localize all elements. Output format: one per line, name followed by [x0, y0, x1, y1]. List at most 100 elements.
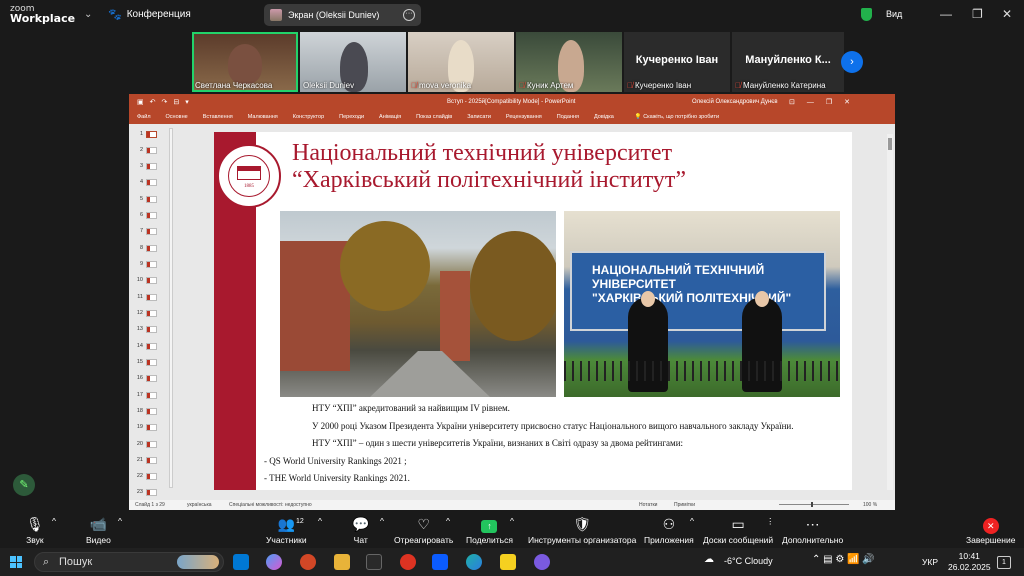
tab-file[interactable]: Файл — [137, 114, 151, 120]
mic-muted-icon: 🎙̸ — [627, 81, 633, 90]
date: 26.02.2025 — [948, 562, 991, 572]
shield-icon[interactable] — [861, 8, 872, 21]
slide-title: Національний технічний університет “Харк… — [292, 140, 686, 194]
participant-tile[interactable]: Oleksii Duniev — [300, 32, 406, 92]
meeting-info-button[interactable]: 🐾 Конференция — [108, 8, 191, 21]
notes-button[interactable]: Нотатки — [639, 502, 657, 508]
zoom-logo: zoom Workplace — [10, 4, 75, 24]
thumbnail-scrollbar[interactable] — [169, 128, 173, 488]
more-options-icon[interactable]: ··· — [403, 9, 415, 21]
input-language[interactable]: УКР — [922, 557, 938, 567]
zoom-slider[interactable] — [779, 502, 849, 507]
windows-taskbar: ⌕ Пошук ☁ -6°C Cloudy ⌃ ▤ ⚙ 📶 🔊 УКР 10:4… — [0, 548, 1024, 576]
tab-transitions[interactable]: Переходи — [339, 114, 364, 120]
restore-icon[interactable]: ❐ — [972, 7, 983, 21]
more-button[interactable]: ⋯ Дополнительно — [782, 516, 843, 545]
tab-help[interactable]: Довідка — [594, 114, 614, 120]
tab-insert[interactable]: Вставлення — [203, 114, 233, 120]
tab-home[interactable]: Основне — [166, 114, 188, 120]
whiteboards-options-chevron[interactable]: ⋮ — [766, 516, 775, 527]
weather-text[interactable]: -6°C Cloudy — [724, 556, 773, 566]
screen-share-indicator[interactable]: Экран (Oleksii Duniev) ··· — [264, 4, 421, 26]
participant-name: 🎙̸ Кучеренко Іван — [627, 81, 692, 90]
outlook-icon[interactable] — [233, 554, 249, 570]
tell-me-input[interactable]: 💡 Скажіть, що потрібно зробити — [635, 114, 734, 120]
windows-start-icon[interactable] — [10, 556, 22, 568]
notification-icon[interactable]: 1 — [997, 556, 1011, 569]
participant-tile[interactable]: Светлана Черкасова — [192, 32, 298, 92]
comments-button[interactable]: Примітки — [674, 502, 695, 508]
participant-tile[interactable]: Мануйленко К... 🎙̸ Мануйленко Катерина — [732, 32, 844, 92]
weather-icon[interactable]: ☁ — [704, 554, 714, 565]
chevron-down-icon[interactable]: ⌄ — [84, 9, 92, 20]
slide-thumbnails: 1 2 3 4 5 6 7 8 9 10 11 12 13 14 15 16 1… — [129, 124, 175, 500]
quick-access-icons[interactable]: ▣↶↷⊟▾ — [137, 98, 195, 106]
tray-icons[interactable]: ⌃ ▤ ⚙ 📶 🔊 — [812, 554, 875, 565]
participant-display-name: Мануйленко К... — [745, 54, 831, 66]
host-tools-button[interactable]: 🛡 Инструменты организатора — [528, 516, 636, 545]
participant-tile[interactable]: 🎙̸ Куник Артем — [516, 32, 622, 92]
apps-button[interactable]: ⚇ Приложения — [644, 516, 694, 545]
end-call-icon: ✕ — [982, 518, 999, 534]
slide-text-line: - QS World University Rankings 2021 ; — [264, 456, 407, 466]
miro-icon[interactable] — [500, 554, 516, 570]
file-explorer-icon[interactable] — [334, 554, 350, 570]
zoom-level[interactable]: 100 % — [863, 502, 877, 508]
share-button[interactable]: ↑ Поделиться — [466, 516, 513, 545]
participant-tile[interactable]: Кучеренко Іван 🎙̸ Кучеренко Іван — [624, 32, 730, 92]
participants-options-chevron[interactable]: ^ — [318, 516, 322, 526]
tab-design[interactable]: Конструктор — [293, 114, 324, 120]
tab-view[interactable]: Подання — [557, 114, 579, 120]
tab-record[interactable]: Записати — [467, 114, 491, 120]
status-accessibility[interactable]: Спеціальні можливості: недоступно — [229, 502, 312, 508]
participant-name: 🎙̸ mova veronika — [411, 81, 472, 90]
apps-options-chevron[interactable]: ^ — [690, 516, 694, 526]
chat-button[interactable]: 💬 Чат — [352, 516, 369, 545]
view-button[interactable]: Вид — [886, 9, 902, 19]
status-language[interactable]: українська — [187, 502, 212, 508]
tab-animations[interactable]: Анімація — [379, 114, 401, 120]
store-icon[interactable] — [366, 554, 382, 570]
close-icon[interactable]: ✕ — [1002, 7, 1012, 21]
next-page-button[interactable]: › — [841, 51, 863, 73]
video-strip: Светлана Черкасова Oleksii Duniev 🎙̸ mova… — [192, 32, 844, 92]
annotate-pen-button[interactable]: ✎ — [13, 474, 35, 496]
viber-icon[interactable] — [534, 554, 550, 570]
tab-slideshow[interactable]: Показ слайдів — [416, 114, 452, 120]
clock[interactable]: 10:41 26.02.2025 — [948, 551, 991, 573]
share-options-chevron[interactable]: ^ — [510, 516, 514, 526]
status-slide: Слайд 1 з 29 — [135, 502, 165, 508]
slide-text-line: НТУ “ХПІ” – один з шести університетів У… — [312, 438, 684, 448]
video-options-chevron[interactable]: ^ — [118, 516, 122, 526]
taskbar-search[interactable]: ⌕ Пошук — [34, 552, 224, 572]
tab-review[interactable]: Рецензування — [506, 114, 542, 120]
zoom-toolbar: 🎙 Звук ^ 📹 Видео ^ 👥 Участники 12 ^ 💬 Ча… — [0, 512, 1024, 548]
participant-tile[interactable]: 🎙̸ mova veronika — [408, 32, 514, 92]
tab-draw[interactable]: Малювання — [248, 114, 278, 120]
microphone-icon: 🎙 — [26, 516, 44, 532]
react-options-chevron[interactable]: ^ — [446, 516, 450, 526]
title-line2: “Харківський політехнічний інститут” — [292, 167, 687, 193]
edge-icon[interactable] — [466, 554, 482, 570]
zoom-app-icon[interactable] — [432, 554, 448, 570]
window-controls[interactable]: ⊡—❐✕ — [789, 98, 862, 106]
audio-button[interactable]: 🎙 Звук — [26, 516, 44, 545]
audio-options-chevron[interactable]: ^ — [52, 516, 56, 526]
logo-line2: Workplace — [10, 12, 76, 25]
end-meeting-button[interactable]: ✕ Завершение — [966, 516, 1015, 545]
video-button[interactable]: 📹 Видео — [86, 516, 111, 545]
minimize-icon[interactable]: — — [940, 7, 952, 21]
powerpoint-icon[interactable] — [300, 554, 316, 570]
copilot-icon[interactable] — [266, 554, 282, 570]
participant-name: 🎙̸ Куник Артем — [519, 81, 574, 90]
react-button[interactable]: ♡ Отреагировать — [394, 516, 453, 545]
pen-icon: ✎ — [19, 479, 29, 491]
slide-canvas[interactable]: 1885 Національний технічний університет … — [214, 132, 852, 490]
ppt-editor: 1 2 3 4 5 6 7 8 9 10 11 12 13 14 15 16 1… — [129, 124, 895, 500]
user-name[interactable]: Олексій Олександрович Дунєв — [692, 99, 778, 105]
slide-scrollbar[interactable] — [887, 134, 893, 490]
zoom-top-bar: zoom Workplace ⌄ 🐾 Конференция Экран (Ol… — [0, 0, 1024, 30]
whiteboards-button[interactable]: ▭ Доски сообщений — [703, 516, 773, 545]
chat-options-chevron[interactable]: ^ — [380, 516, 384, 526]
opera-icon[interactable] — [400, 554, 416, 570]
